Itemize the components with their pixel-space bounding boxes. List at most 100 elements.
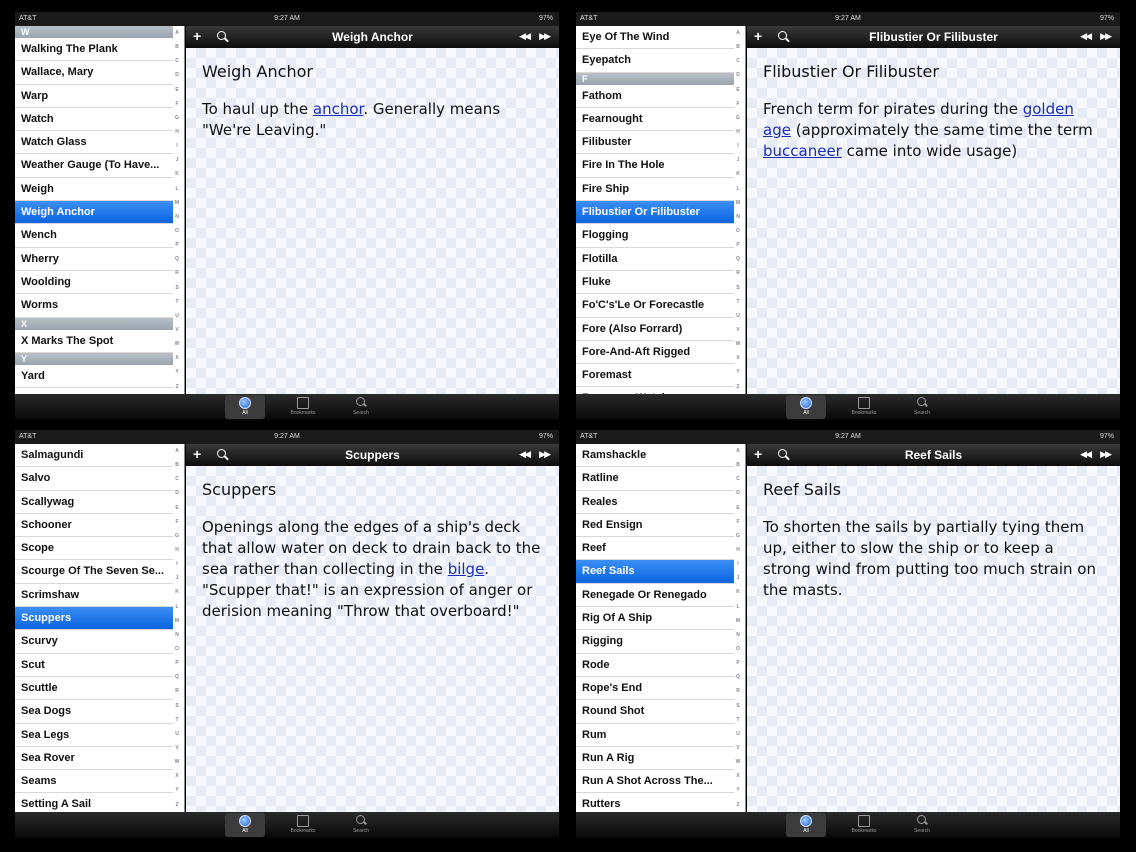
- list-item[interactable]: Round Shot: [576, 700, 734, 724]
- index-letter[interactable]: V: [175, 745, 178, 751]
- list-item[interactable]: Flotilla: [576, 248, 734, 271]
- index-letter[interactable]: C: [736, 58, 740, 64]
- index-letter[interactable]: W: [175, 341, 180, 347]
- search-icon[interactable]: [777, 30, 791, 44]
- index-letter[interactable]: J: [737, 575, 740, 581]
- list-item[interactable]: Renegade Or Renegado: [576, 584, 734, 608]
- list-item[interactable]: Seams: [15, 770, 173, 794]
- index-letter[interactable]: P: [736, 242, 739, 248]
- index-letter[interactable]: Y: [175, 369, 178, 375]
- list-item[interactable]: Eye Of The Wind: [576, 26, 734, 50]
- alphabet-index[interactable]: A B C D E F G H I J K L M N O P Q R S T U V W X Y Z: [733, 26, 743, 394]
- list-item[interactable]: Sea Legs: [15, 724, 173, 747]
- next-term-button[interactable]: ▶▶: [1100, 449, 1112, 460]
- next-term-button[interactable]: ▶▶: [1100, 31, 1112, 42]
- index-letter[interactable]: M: [175, 200, 179, 206]
- list-item[interactable]: Sea Rover: [15, 747, 173, 771]
- index-letter[interactable]: N: [175, 632, 179, 638]
- index-letter[interactable]: V: [736, 327, 739, 333]
- list-item[interactable]: X Marks The Spot: [15, 330, 173, 353]
- alphabet-index[interactable]: A B C D E F G H I J K L M N O P Q R S T U V W X Y Z: [733, 444, 743, 812]
- index-letter[interactable]: G: [736, 115, 740, 121]
- list-item[interactable]: Wherry: [15, 248, 173, 271]
- search-icon[interactable]: [777, 448, 791, 462]
- index-letter[interactable]: I: [176, 143, 177, 149]
- index-letter[interactable]: P: [175, 242, 178, 248]
- index-letter[interactable]: S: [175, 285, 178, 291]
- tab-all[interactable]: All: [786, 395, 826, 419]
- index-letter[interactable]: J: [737, 157, 740, 163]
- index-letter[interactable]: F: [175, 101, 178, 107]
- index-letter[interactable]: Y: [175, 787, 178, 793]
- index-letter[interactable]: E: [736, 505, 739, 511]
- previous-term-button[interactable]: ◀◀: [1080, 449, 1092, 460]
- index-letter[interactable]: H: [175, 547, 179, 553]
- list-item[interactable]: Scrimshaw: [15, 584, 173, 608]
- list-item[interactable]: Wallace, Mary: [15, 61, 173, 85]
- tab-bookmarks[interactable]: Bookmarks: [844, 395, 884, 419]
- index-letter[interactable]: E: [736, 87, 739, 93]
- list-item[interactable]: Schooner: [15, 514, 173, 538]
- list-item[interactable]: Fire Ship: [576, 178, 734, 202]
- tab-search[interactable]: Search: [341, 813, 381, 837]
- add-bookmark-button[interactable]: +: [754, 28, 762, 44]
- index-letter[interactable]: C: [175, 58, 179, 64]
- term-link[interactable]: bilge: [448, 560, 485, 578]
- next-term-button[interactable]: ▶▶: [539, 31, 551, 42]
- list-item[interactable]: Red Ensign: [576, 514, 734, 538]
- index-letter[interactable]: U: [736, 313, 740, 319]
- index-letter[interactable]: T: [175, 299, 178, 305]
- index-letter[interactable]: A: [736, 30, 740, 36]
- search-icon[interactable]: [216, 448, 230, 462]
- index-letter[interactable]: L: [175, 186, 178, 192]
- previous-term-button[interactable]: ◀◀: [1080, 31, 1092, 42]
- list-item[interactable]: Foremast: [576, 364, 734, 388]
- list-item-selected[interactable]: Reef Sails: [576, 560, 734, 584]
- tab-bookmarks[interactable]: Bookmarks: [283, 395, 323, 419]
- index-letter[interactable]: J: [176, 575, 179, 581]
- list-item[interactable]: Yard: [15, 365, 173, 389]
- list-item[interactable]: Scope: [15, 537, 173, 561]
- list-item[interactable]: Sea Dogs: [15, 700, 173, 724]
- index-letter[interactable]: K: [175, 171, 179, 177]
- index-letter[interactable]: U: [175, 313, 179, 319]
- index-letter[interactable]: I: [737, 143, 738, 149]
- index-letter[interactable]: R: [175, 270, 179, 276]
- index-letter[interactable]: D: [175, 72, 179, 78]
- index-letter[interactable]: Q: [175, 256, 179, 262]
- list-item[interactable]: Scallywag: [15, 491, 173, 514]
- list-item[interactable]: Reef: [576, 537, 734, 561]
- list-item[interactable]: Setting A Sail: [15, 793, 173, 812]
- index-letter[interactable]: R: [736, 270, 740, 276]
- list-item[interactable]: Fore-And-Aft Rigged: [576, 341, 734, 365]
- index-letter[interactable]: O: [175, 228, 179, 234]
- index-letter[interactable]: S: [175, 703, 178, 709]
- index-letter[interactable]: T: [736, 717, 739, 723]
- list-item[interactable]: Rope's End: [576, 677, 734, 701]
- list-item[interactable]: Weather Gauge (To Have...: [15, 154, 173, 178]
- previous-term-button[interactable]: ◀◀: [519, 31, 531, 42]
- list-item[interactable]: Eyepatch: [576, 49, 734, 73]
- alphabet-index[interactable]: A B C D E F G H I J K L M N O P Q R S T U V W X Y Z: [172, 26, 182, 394]
- index-letter[interactable]: A: [175, 30, 179, 36]
- tab-all[interactable]: All: [225, 395, 265, 419]
- index-letter[interactable]: F: [736, 101, 739, 107]
- index-letter[interactable]: H: [736, 129, 740, 135]
- index-letter[interactable]: M: [736, 618, 740, 624]
- index-letter[interactable]: T: [736, 299, 739, 305]
- index-letter[interactable]: X: [175, 773, 178, 779]
- list-item-selected[interactable]: Flibustier Or Filibuster: [576, 201, 734, 225]
- index-letter[interactable]: K: [736, 589, 740, 595]
- index-letter[interactable]: N: [736, 632, 740, 638]
- list-item[interactable]: Run A Rig: [576, 747, 734, 771]
- search-icon[interactable]: [216, 30, 230, 44]
- tab-search[interactable]: Search: [341, 395, 381, 419]
- list-item[interactable]: Woolding: [15, 271, 173, 295]
- list-item[interactable]: Fluke: [576, 271, 734, 295]
- index-letter[interactable]: L: [736, 186, 739, 192]
- index-letter[interactable]: L: [175, 604, 178, 610]
- index-letter[interactable]: Z: [175, 802, 178, 808]
- tab-bookmarks[interactable]: Bookmarks: [844, 813, 884, 837]
- tab-all[interactable]: All: [786, 813, 826, 837]
- index-letter[interactable]: S: [736, 285, 739, 291]
